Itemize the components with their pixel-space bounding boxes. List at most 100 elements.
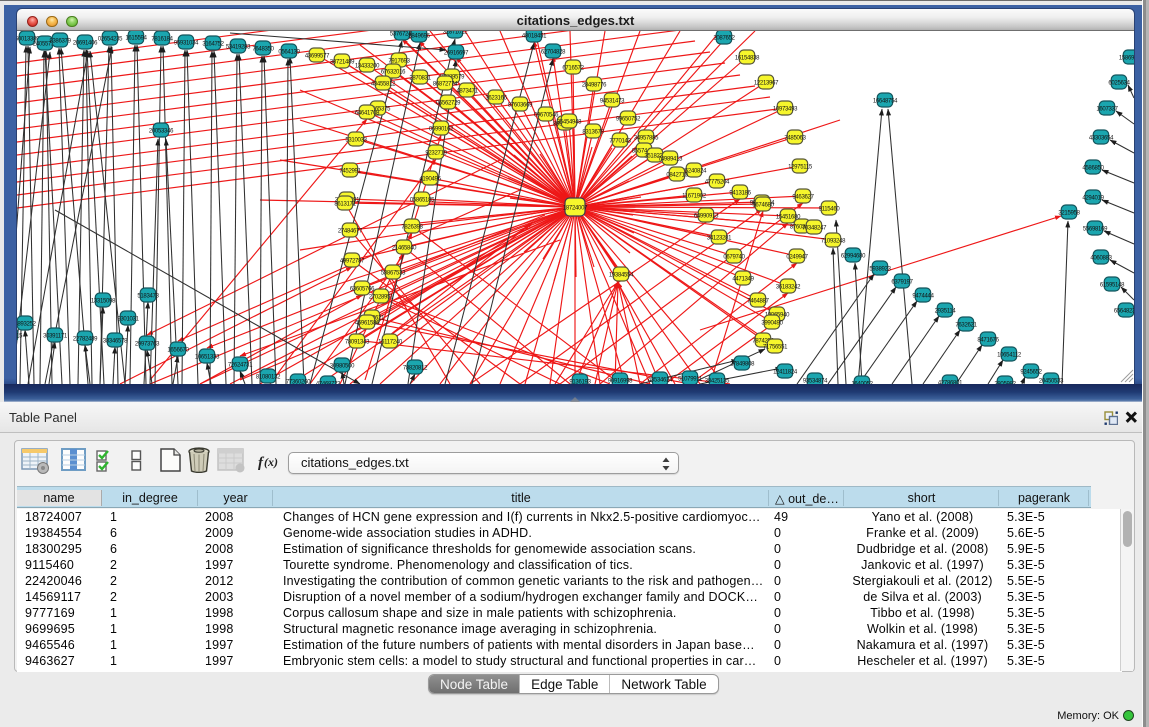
svg-text:9474444: 9474444 [912, 294, 934, 300]
svg-text:34957885: 34957885 [634, 136, 659, 142]
svg-text:1656670: 1656670 [167, 348, 189, 354]
svg-text:78820812: 78820812 [403, 366, 428, 372]
svg-text:0842710: 0842710 [666, 173, 688, 179]
svg-text:4873471: 4873471 [456, 89, 478, 95]
svg-text:7485063: 7485063 [784, 136, 806, 142]
svg-text:19384554: 19384554 [609, 273, 634, 279]
svg-text:5183473: 5183473 [137, 294, 159, 300]
svg-text:71756551: 71756551 [763, 345, 788, 351]
svg-text:65648236: 65648236 [1114, 309, 1134, 315]
svg-text:9245652: 9245652 [1020, 370, 1042, 376]
svg-text:8613171: 8613171 [334, 202, 356, 208]
svg-text:7464887: 7464887 [747, 299, 769, 305]
svg-text:67632016: 67632016 [381, 70, 406, 76]
svg-text:55698169: 55698169 [1083, 227, 1108, 233]
svg-text:20691406: 20691406 [73, 41, 98, 47]
svg-text:87603669: 87603669 [508, 103, 533, 109]
svg-text:06990162: 06990162 [429, 127, 454, 133]
svg-text:4060883: 4060883 [1090, 256, 1112, 262]
svg-text:47775204: 47775204 [705, 180, 730, 186]
svg-text:7816184: 7816184 [151, 37, 173, 43]
svg-text:9413186: 9413186 [729, 191, 751, 197]
svg-text:6379197: 6379197 [891, 280, 913, 286]
svg-text:36183242: 36183242 [776, 285, 801, 291]
svg-text:99650752: 99650752 [616, 117, 641, 123]
svg-text:9463627: 9463627 [792, 195, 814, 201]
svg-text:7648350: 7648350 [252, 47, 274, 53]
svg-text:72624731: 72624731 [228, 363, 253, 369]
svg-text:12213967: 12213967 [754, 81, 779, 87]
svg-text:12411824: 12411824 [773, 370, 798, 376]
svg-text:13315098: 13315098 [91, 299, 116, 305]
svg-text:53419283: 53419283 [226, 45, 251, 51]
svg-text:4471349: 4471349 [732, 277, 754, 283]
svg-text:61595148: 61595148 [1100, 283, 1125, 289]
svg-text:35454948: 35454948 [557, 120, 582, 126]
svg-text:0679740: 0679740 [723, 255, 745, 261]
svg-text:49972787: 49972787 [340, 259, 365, 265]
svg-text:64990913: 64990913 [694, 214, 719, 220]
svg-text:70348247: 70348247 [802, 226, 827, 232]
svg-text:6025634: 6025634 [1108, 81, 1130, 87]
svg-text:3990490: 3990490 [761, 321, 783, 327]
svg-text:27849808: 27849808 [730, 362, 755, 368]
svg-text:16154838: 16154838 [735, 56, 760, 62]
svg-text:13433200: 13433200 [355, 64, 380, 70]
svg-text:16117240: 16117240 [378, 340, 403, 346]
svg-text:58867533: 58867533 [381, 271, 406, 277]
svg-text:34123281: 34123281 [707, 236, 732, 242]
svg-text:10973493: 10973493 [773, 107, 798, 113]
svg-text:09670546: 09670546 [534, 113, 559, 119]
svg-text:7632621: 7632621 [955, 323, 977, 329]
svg-text:43699577: 43699577 [305, 54, 330, 60]
svg-text:45961586: 45961586 [355, 321, 380, 327]
svg-text:94531473: 94531473 [600, 99, 625, 105]
svg-text:0564139: 0564139 [278, 50, 300, 56]
svg-text:81080132: 81080132 [256, 375, 281, 381]
svg-text:3164752: 3164752 [202, 42, 224, 48]
svg-text:30391171: 30391171 [43, 334, 68, 340]
svg-text:15869232: 15869232 [1119, 56, 1134, 62]
svg-text:05865185: 05865185 [410, 198, 435, 204]
svg-text:74989413: 74989413 [658, 157, 683, 163]
svg-text:10651333: 10651333 [195, 355, 220, 361]
svg-text:27028951: 27028951 [369, 295, 394, 301]
svg-text:48018451: 48018451 [522, 34, 547, 40]
svg-text:86872774: 86872774 [433, 82, 458, 88]
svg-text:8849696: 8849696 [408, 34, 430, 40]
svg-text:5310033: 5310033 [345, 138, 367, 144]
svg-text:21465840: 21465840 [392, 246, 417, 252]
svg-text:43534624: 43534624 [648, 378, 673, 384]
svg-text:28498776: 28498776 [582, 83, 607, 89]
svg-text:9301031: 9301031 [117, 317, 139, 323]
svg-text:95931034: 95931034 [174, 41, 199, 47]
svg-text:51079911: 51079911 [678, 377, 703, 383]
svg-text:3623166: 3623166 [485, 96, 507, 102]
svg-text:4893252: 4893252 [17, 322, 37, 328]
svg-text:62704828: 62704828 [541, 50, 566, 56]
svg-text:5938923: 5938923 [869, 267, 891, 273]
svg-text:10654112: 10654112 [997, 353, 1022, 359]
svg-text:3215958: 3215958 [1058, 211, 1080, 217]
svg-text:7826398: 7826398 [401, 225, 423, 231]
svg-text:06562729: 06562729 [436, 101, 461, 107]
svg-text:1615594: 1615594 [125, 36, 147, 42]
svg-text:8471676: 8471676 [977, 338, 999, 344]
svg-text:02654235: 02654235 [98, 37, 123, 43]
svg-text:8313678: 8313678 [582, 130, 604, 136]
svg-text:1607337: 1607337 [1096, 107, 1118, 113]
svg-text:20053346: 20053346 [149, 129, 174, 135]
svg-text:(x): (x) [264, 455, 278, 469]
svg-text:9115460: 9115460 [819, 207, 841, 213]
svg-text:43455812: 43455812 [371, 82, 396, 88]
svg-text:38346578: 38346578 [103, 339, 128, 345]
svg-text:30980500: 30980500 [330, 364, 355, 370]
svg-text:4586850: 4586850 [1082, 166, 1104, 172]
svg-text:12975115: 12975115 [788, 165, 813, 171]
svg-text:5674680: 5674680 [752, 203, 774, 209]
svg-text:78091343: 78091343 [345, 340, 370, 346]
svg-text:7452991: 7452991 [339, 169, 361, 175]
svg-text:26916697: 26916697 [444, 51, 469, 57]
svg-text:2087652: 2087652 [713, 36, 735, 42]
svg-text:2935114: 2935114 [935, 309, 957, 315]
